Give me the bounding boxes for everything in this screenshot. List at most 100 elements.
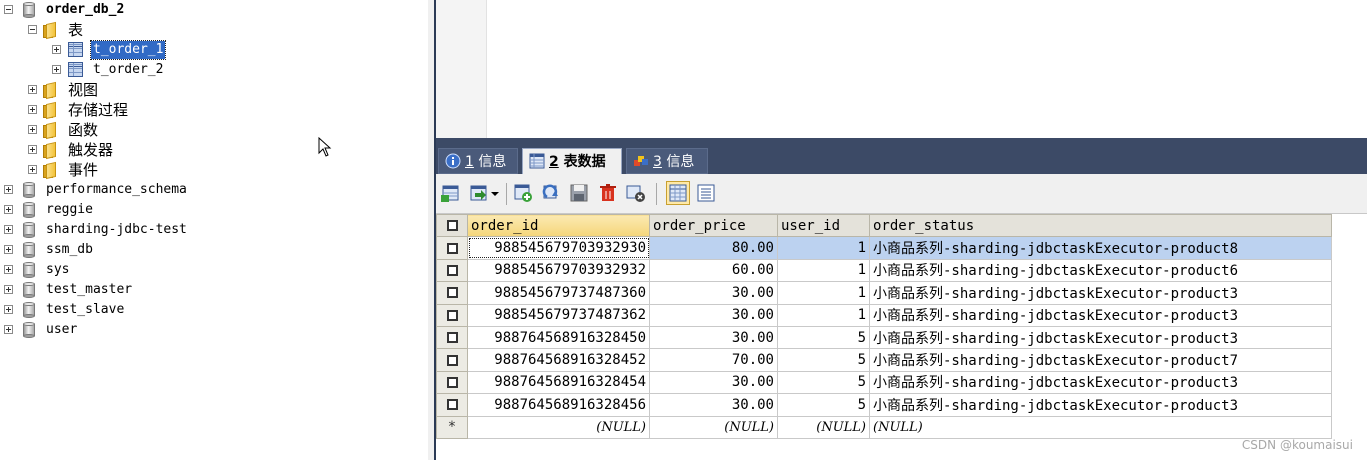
order-id-cell[interactable]: 988545679737487360 xyxy=(467,281,650,305)
table-row[interactable]: 988764568916328456 30.00 5 小商品系列-sharding-j… xyxy=(436,393,1332,417)
order-status-null-cell[interactable]: (NULL) xyxy=(869,415,1332,439)
column-header-order-id[interactable]: order_id xyxy=(467,213,650,238)
expand-icon[interactable] xyxy=(4,325,13,334)
expand-icon[interactable] xyxy=(52,65,61,74)
order-status-cell[interactable]: 小商品系列-sharding-jdbctaskExecutor-product3 xyxy=(869,281,1332,305)
row-select-cell[interactable] xyxy=(436,281,468,305)
row-checkbox[interactable] xyxy=(446,242,458,254)
row-checkbox[interactable] xyxy=(446,376,458,388)
row-checkbox[interactable] xyxy=(446,354,458,366)
expand-icon[interactable] xyxy=(4,205,13,214)
table-row[interactable]: 988764568916328454 30.00 5 小商品系列-sharding-j… xyxy=(436,370,1332,395)
save-icon[interactable] xyxy=(569,183,589,203)
table-row[interactable]: 988764568916328450 30.00 5 小商品系列-sharding-j… xyxy=(436,325,1332,350)
select-all-checkbox[interactable] xyxy=(446,220,458,232)
order-status-cell[interactable]: 小商品系列-sharding-jdbctaskExecutor-product3 xyxy=(869,303,1332,327)
expand-icon[interactable] xyxy=(4,265,13,274)
table-row[interactable]: 988764568916328452 70.00 5 小商品系列-sharding-j… xyxy=(436,348,1332,372)
user-id-cell[interactable]: 1 xyxy=(777,281,870,305)
table-row[interactable]: 988545679703932932 60.00 1 小商品系列-sharding-j… xyxy=(436,258,1332,283)
row-checkbox[interactable] xyxy=(446,287,458,299)
row-select-cell[interactable] xyxy=(436,303,468,327)
vertical-splitter[interactable] xyxy=(428,0,436,460)
dropdown-arrow-icon[interactable] xyxy=(489,183,501,203)
row-checkbox[interactable] xyxy=(446,332,458,344)
expand-icon[interactable] xyxy=(52,45,61,54)
expand-icon[interactable] xyxy=(4,305,13,314)
tree-node-t-order-1[interactable]: t_order_1 xyxy=(0,40,420,60)
order-status-cell[interactable]: 小商品系列-sharding-jdbctaskExecutor-product7 xyxy=(869,348,1332,372)
expand-icon[interactable] xyxy=(4,285,13,294)
row-select-cell[interactable] xyxy=(436,370,468,395)
tab-info[interactable]: 1 信息 xyxy=(438,148,518,174)
tree-node-test-master[interactable]: test_master xyxy=(0,280,420,300)
user-id-cell[interactable]: 5 xyxy=(777,393,870,417)
order-price-null-cell[interactable]: (NULL) xyxy=(649,415,778,439)
row-select-cell[interactable] xyxy=(436,236,468,260)
order-price-cell[interactable]: 30.00 xyxy=(649,370,778,395)
order-id-cell[interactable]: 988545679737487362 xyxy=(467,303,650,327)
order-status-cell[interactable]: 小商品系列-sharding-jdbctaskExecutor-product6 xyxy=(869,258,1332,283)
cancel-icon[interactable] xyxy=(626,183,646,203)
export-icon[interactable] xyxy=(469,183,489,203)
row-checkbox[interactable] xyxy=(446,399,458,411)
tree-node-node-7[interactable]: 触发器 xyxy=(0,140,420,160)
tree-node-sharding-jdbc-test[interactable]: sharding-jdbc-test xyxy=(0,220,420,240)
expand-icon[interactable] xyxy=(4,245,13,254)
insert-row-icon[interactable] xyxy=(441,183,461,203)
refresh-icon[interactable] xyxy=(541,183,561,203)
add-record-icon[interactable] xyxy=(513,183,533,203)
query-editor[interactable] xyxy=(436,0,1367,138)
tree-node-t-order-2[interactable]: t_order_2 xyxy=(0,60,420,80)
tree-node-node-1[interactable]: 表 xyxy=(0,20,420,40)
order-status-cell[interactable]: 小商品系列-sharding-jdbctaskExecutor-product3 xyxy=(869,393,1332,417)
order-status-cell[interactable]: 小商品系列-sharding-jdbctaskExecutor-product3 xyxy=(869,325,1332,350)
order-price-cell[interactable]: 80.00 xyxy=(649,236,778,260)
order-id-cell[interactable]: 988764568916328450 xyxy=(467,325,650,350)
expand-icon[interactable] xyxy=(28,125,37,134)
tab-table-data[interactable]: 2 表数据 xyxy=(522,148,622,174)
table-row[interactable]: 988545679703932930 80.00 1 小商品系列-sharding-j… xyxy=(436,236,1332,260)
tree-node-sys[interactable]: sys xyxy=(0,260,420,280)
expand-icon[interactable] xyxy=(28,145,37,154)
user-id-cell[interactable]: 1 xyxy=(777,258,870,283)
order-id-null-cell[interactable]: (NULL) xyxy=(467,415,650,439)
user-id-null-cell[interactable]: (NULL) xyxy=(777,415,870,439)
expand-icon[interactable] xyxy=(4,185,13,194)
order-id-cell[interactable]: 988764568916328456 xyxy=(467,393,650,417)
user-id-cell[interactable]: 1 xyxy=(777,236,870,260)
column-header-order-status[interactable]: order_status xyxy=(869,213,1332,238)
order-id-cell[interactable]: 988545679703932932 xyxy=(467,258,650,283)
user-id-cell[interactable]: 1 xyxy=(777,303,870,327)
tree-node-ssm-db[interactable]: ssm_db xyxy=(0,240,420,260)
object-browser-tree[interactable]: order_db_2 表 t_order_1 t_order_2 视图 存储过程 函数 触发器… xyxy=(0,0,428,460)
order-price-cell[interactable]: 30.00 xyxy=(649,281,778,305)
new-record-row[interactable]: * (NULL) (NULL) (NULL) (NULL) xyxy=(436,415,1332,439)
tree-node-performance-schema[interactable]: performance_schema xyxy=(0,180,420,200)
row-select-cell[interactable] xyxy=(436,258,468,283)
table-row[interactable]: 988545679737487360 30.00 1 小商品系列-sharding-j… xyxy=(436,281,1332,305)
order-status-cell[interactable]: 小商品系列-sharding-jdbctaskExecutor-product8 xyxy=(869,236,1332,260)
expand-icon[interactable] xyxy=(28,165,37,174)
user-id-cell[interactable]: 5 xyxy=(777,370,870,395)
tab-info-3[interactable]: 3 信息 xyxy=(626,148,708,174)
form-view-icon[interactable] xyxy=(696,183,716,203)
tree-node-node-8[interactable]: 事件 xyxy=(0,160,420,180)
row-select-cell[interactable] xyxy=(436,325,468,350)
order-price-cell[interactable]: 30.00 xyxy=(649,325,778,350)
column-header-order-price[interactable]: order_price xyxy=(649,213,778,238)
expand-icon[interactable] xyxy=(28,85,37,94)
tree-node-node-5[interactable]: 存储过程 xyxy=(0,100,420,120)
horizontal-splitter[interactable] xyxy=(436,138,1367,146)
order-price-cell[interactable]: 70.00 xyxy=(649,348,778,372)
order-price-cell[interactable]: 60.00 xyxy=(649,258,778,283)
row-checkbox[interactable] xyxy=(446,264,458,276)
row-checkbox[interactable] xyxy=(446,309,458,321)
order-status-cell[interactable]: 小商品系列-sharding-jdbctaskExecutor-product3 xyxy=(869,370,1332,395)
grid-view-icon[interactable] xyxy=(666,181,690,205)
tree-node-user[interactable]: user xyxy=(0,320,420,340)
order-id-cell[interactable]: 988545679703932930 xyxy=(467,236,650,260)
row-select-cell[interactable] xyxy=(436,348,468,372)
tree-node-test-slave[interactable]: test_slave xyxy=(0,300,420,320)
order-id-cell[interactable]: 988764568916328452 xyxy=(467,348,650,372)
